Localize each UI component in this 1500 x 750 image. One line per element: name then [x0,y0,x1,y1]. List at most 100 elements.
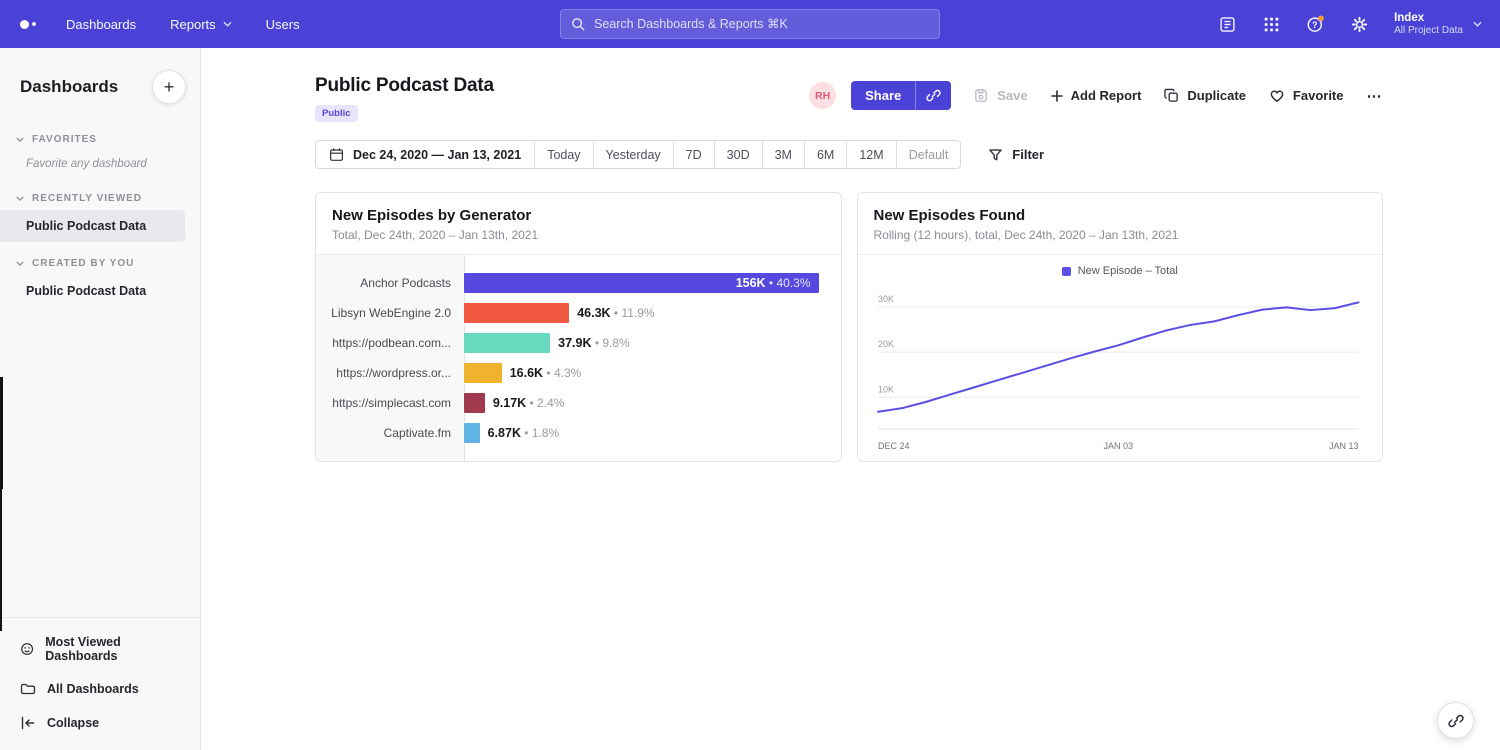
section-created-by-you-header[interactable]: Created by You [0,250,200,275]
bar-segment[interactable] [464,303,569,323]
section-recently-viewed: Recently Viewed Public Podcast Data [0,185,200,242]
bar-category-label: https://simplecast.com [316,396,464,410]
main-content: Public Podcast Data Public RH Share Save [201,48,1500,750]
svg-text:20K: 20K [877,339,893,349]
bar-segment[interactable] [464,363,502,383]
bar-percent-label: • 4.3% [543,366,581,380]
logo-dot [32,22,36,26]
search-input[interactable] [594,17,929,31]
share-link-button[interactable] [915,81,951,110]
bar-category-label: https://podbean.com... [316,336,464,350]
bar-segment[interactable] [464,393,485,413]
most-viewed-label: Most Viewed Dashboards [45,635,180,663]
header-actions: RH Share Save Add Report Dupl [809,81,1383,110]
bar-value-label: 6.87K [488,426,521,440]
notebook-button[interactable] [1210,7,1244,41]
bar-value-label: 37.9K [558,336,591,350]
bar-row: https://simplecast.com 9.17K • 2.4% [316,388,841,418]
more-options-button[interactable]: ⋯ [1367,87,1384,105]
section-created-by-you: Created by You Public Podcast Data [0,250,200,307]
global-search[interactable] [560,9,940,39]
help-button[interactable]: ? [1298,7,1332,41]
section-favorites-header[interactable]: Favorites [0,126,200,151]
bar-segment[interactable] [464,333,550,353]
bar-category-label: https://wordpress.or... [316,366,464,380]
bar-row: Anchor Podcasts 156K • 40.3% [316,268,841,298]
save-button[interactable]: Save [974,88,1027,103]
date-preset-30d[interactable]: 30D [714,141,762,168]
svg-text:10K: 10K [877,384,893,394]
heart-icon [1269,88,1285,103]
bar-category-label: Libsyn WebEngine 2.0 [316,306,464,320]
chevron-down-icon [16,196,24,201]
bar-label: 6.87K • 1.8% [488,426,560,440]
project-selector[interactable]: Index All Project Data [1394,11,1482,38]
collapse-label: Collapse [47,716,99,730]
bar-segment[interactable]: 156K • 40.3% [464,273,819,293]
bar-percent-label: • 9.8% [591,336,629,350]
nav-reports[interactable]: Reports [170,17,232,32]
bar-chart-rows: Anchor Podcasts 156K • 40.3% Libsyn WebEng… [316,255,841,461]
page-title: Public Podcast Data [315,75,494,97]
date-preset-12m[interactable]: 12M [846,141,895,168]
avatar[interactable]: RH [809,82,836,109]
calendar-icon [329,147,344,162]
bar-label: 16.6K • 4.3% [510,366,582,380]
apps-grid-button[interactable] [1254,7,1288,41]
date-range-picker[interactable]: Dec 24, 2020 — Jan 13, 2021 [316,141,534,168]
bar-percent-label: • 40.3% [766,276,811,290]
save-icon [974,88,989,103]
copy-icon [1164,88,1179,103]
folder-icon [20,681,36,697]
sidebar: Dashboards + Favorites Favorite any dash… [0,48,201,750]
card-subtitle: Total, Dec 24th, 2020 – Jan 13th, 2021 [332,228,825,242]
chart-legend: New Episode – Total [874,265,1367,277]
date-presets: TodayYesterday7D30D3M6M12MDefault [534,141,960,168]
favorite-button[interactable]: Favorite [1269,88,1344,103]
share-button[interactable]: Share [851,81,915,110]
add-dashboard-button[interactable]: + [152,70,186,104]
bar-label: 46.3K • 11.9% [577,306,654,320]
bar-percent-label: • 1.8% [521,426,559,440]
most-viewed-icon [20,641,34,657]
card-title: New Episodes by Generator [332,207,825,224]
bar-label: 37.9K • 9.8% [558,336,630,350]
date-preset-yesterday[interactable]: Yesterday [593,141,673,168]
bar-category-label: Captivate.fm [316,426,464,440]
all-dashboards-button[interactable]: All Dashboards [0,672,200,706]
bar-category-label: Anchor Podcasts [316,276,464,290]
copy-link-fab-button[interactable] [1437,702,1474,739]
bar-percent-label: • 2.4% [526,396,564,410]
section-recently-viewed-header[interactable]: Recently Viewed [0,185,200,210]
card-subtitle: Rolling (12 hours), total, Dec 24th, 202… [874,228,1367,242]
bar-segment[interactable] [464,423,480,443]
date-preset-6m[interactable]: 6M [804,141,846,168]
amplitude-logo[interactable] [18,16,38,33]
nav-users[interactable]: Users [266,17,300,32]
bar-value-label: 9.17K [493,396,526,410]
bar-row: https://wordpress.or... 16.6K • 4.3% [316,358,841,388]
settings-button[interactable] [1342,7,1376,41]
sidebar-item-public-podcast-data[interactable]: Public Podcast Data [0,210,185,242]
bar-value-label: 46.3K [577,306,610,320]
link-icon [926,88,941,103]
date-preset-today[interactable]: Today [534,141,592,168]
card-title: New Episodes Found [874,207,1367,224]
save-label: Save [997,88,1027,103]
bar-label: 156K • 40.3% [736,276,819,290]
date-preset-7d[interactable]: 7D [673,141,714,168]
date-preset-3m[interactable]: 3M [762,141,804,168]
nav-dashboards[interactable]: Dashboards [66,17,136,32]
bar-track: 6.87K • 1.8% [464,423,841,443]
sidebar-item-public-podcast-data-created[interactable]: Public Podcast Data [0,275,185,307]
top-navigation: Dashboards Reports Users ? Index All Pr [0,0,1500,48]
filter-button[interactable]: Filter [988,147,1044,162]
collapse-sidebar-button[interactable]: Collapse [0,706,200,740]
date-range-label: Dec 24, 2020 — Jan 13, 2021 [353,148,521,162]
bar-label: 9.17K • 2.4% [493,396,565,410]
duplicate-button[interactable]: Duplicate [1164,88,1246,103]
date-preset-default[interactable]: Default [896,141,961,168]
most-viewed-dashboards-button[interactable]: Most Viewed Dashboards [0,626,200,672]
add-report-button[interactable]: Add Report [1051,88,1142,103]
bar-track: 9.17K • 2.4% [464,393,841,413]
